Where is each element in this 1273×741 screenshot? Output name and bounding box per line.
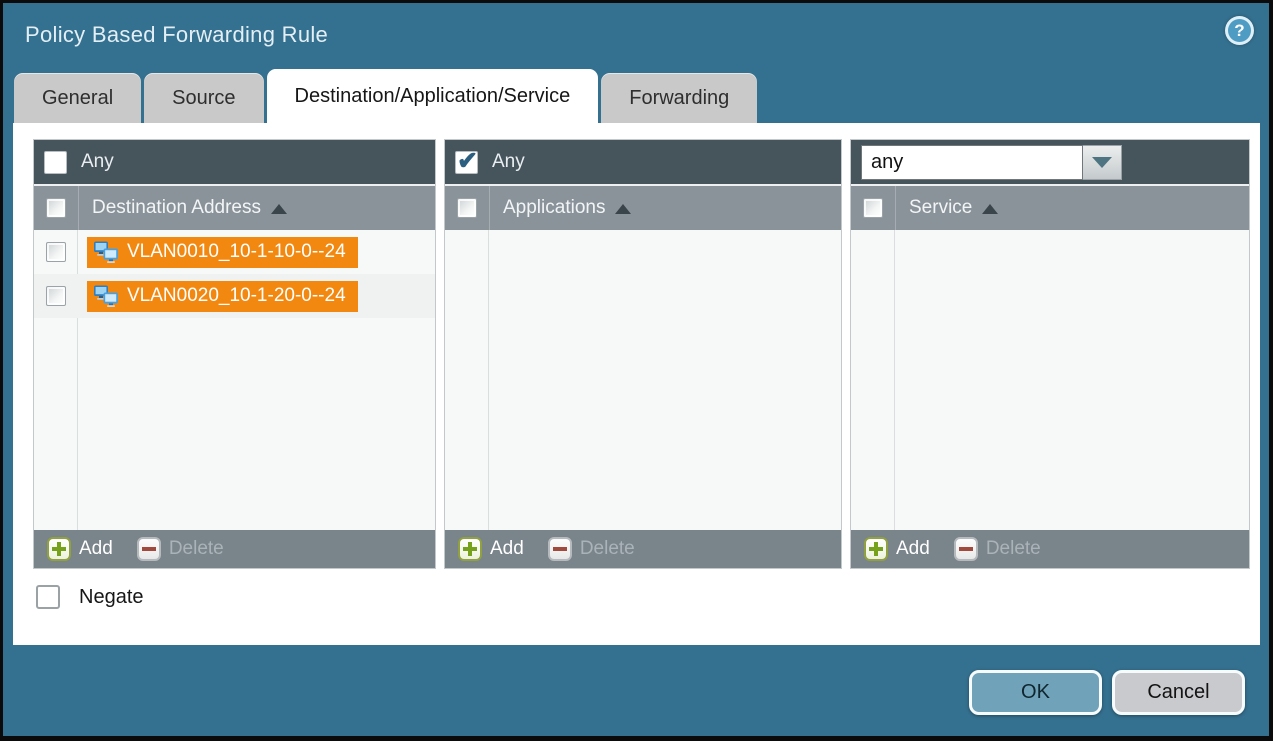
destination-header-label: Destination Address [92, 197, 261, 219]
destination-column-header: Destination Address [34, 184, 435, 230]
cancel-button[interactable]: Cancel [1112, 670, 1245, 715]
service-list [851, 230, 1249, 530]
applications-any-label: Any [492, 151, 525, 173]
dialog-titlebar: Policy Based Forwarding Rule ? [3, 3, 1269, 69]
checkbox-rail [851, 230, 895, 530]
address-object-chip[interactable]: VLAN0020_10-1-20-0--24 [87, 281, 358, 312]
delete-label: Delete [169, 538, 224, 560]
tab-destination-application-service[interactable]: Destination/Application/Service [267, 69, 599, 123]
destination-any-checkbox[interactable] [44, 151, 67, 174]
checkbox-rail [445, 230, 489, 530]
add-button[interactable]: Add [458, 537, 524, 561]
destination-select-all-checkbox[interactable] [46, 198, 66, 218]
negate-row: Negate [36, 585, 144, 609]
applications-column-header: Applications [445, 184, 841, 230]
destination-sort-header[interactable]: Destination Address [78, 186, 435, 230]
service-select-all-checkbox[interactable] [863, 198, 883, 218]
applications-list [445, 230, 841, 530]
negate-label: Negate [79, 586, 144, 609]
delete-button[interactable]: Delete [137, 537, 224, 561]
service-sort-header[interactable]: Service [895, 186, 1249, 230]
destination-any-label: Any [81, 151, 114, 173]
address-object-name: VLAN0020_10-1-20-0--24 [127, 285, 346, 307]
applications-header-label: Applications [503, 197, 605, 219]
service-dropdown-bar: any [851, 140, 1249, 184]
add-icon [458, 537, 482, 561]
applications-panel: Any Applications Add [444, 139, 842, 569]
table-row: VLAN0020_10-1-20-0--24 [34, 274, 435, 318]
sort-ascending-icon [271, 204, 287, 214]
ok-button[interactable]: OK [969, 670, 1102, 715]
service-header-label: Service [909, 197, 972, 219]
tab-forwarding[interactable]: Forwarding [601, 73, 757, 123]
destination-list: VLAN0010_10-1-10-0--24 [34, 230, 435, 530]
applications-any-checkbox[interactable] [455, 151, 478, 174]
service-combobox-value[interactable]: any [861, 145, 1083, 180]
chevron-down-icon [1092, 157, 1112, 168]
destination-row-checkbox[interactable] [46, 286, 66, 306]
add-button[interactable]: Add [47, 537, 113, 561]
delete-button[interactable]: Delete [954, 537, 1041, 561]
tab-content: Any Destination Address [13, 123, 1260, 645]
address-object-name: VLAN0010_10-1-10-0--24 [127, 241, 346, 263]
add-label: Add [79, 538, 113, 560]
sort-ascending-icon [982, 204, 998, 214]
destination-address-panel: Any Destination Address [33, 139, 436, 569]
add-button[interactable]: Add [864, 537, 930, 561]
applications-any-bar: Any [445, 140, 841, 184]
screen: Policy Based Forwarding Rule ? General S… [0, 0, 1273, 741]
delete-icon [137, 537, 161, 561]
add-label: Add [896, 538, 930, 560]
delete-icon [954, 537, 978, 561]
destination-footer: Add Delete [34, 530, 435, 568]
applications-footer: Add Delete [445, 530, 841, 568]
delete-label: Delete [986, 538, 1041, 560]
service-combobox-button[interactable] [1083, 145, 1122, 180]
destination-row-checkbox[interactable] [46, 242, 66, 262]
service-column-header: Service [851, 184, 1249, 230]
network-computers-icon [93, 284, 119, 308]
delete-icon [548, 537, 572, 561]
applications-sort-header[interactable]: Applications [489, 186, 841, 230]
help-icon[interactable]: ? [1225, 16, 1254, 45]
service-combobox: any [861, 145, 1122, 180]
add-icon [47, 537, 71, 561]
destination-any-bar: Any [34, 140, 435, 184]
delete-label: Delete [580, 538, 635, 560]
negate-checkbox[interactable] [36, 585, 60, 609]
service-footer: Add Delete [851, 530, 1249, 568]
sort-ascending-icon [615, 204, 631, 214]
delete-button[interactable]: Delete [548, 537, 635, 561]
add-label: Add [490, 538, 524, 560]
network-computers-icon [93, 240, 119, 264]
address-object-chip[interactable]: VLAN0010_10-1-10-0--24 [87, 237, 358, 268]
tab-source[interactable]: Source [144, 73, 263, 123]
page-title: Policy Based Forwarding Rule [25, 22, 328, 48]
dialog-tabs: General Source Destination/Application/S… [14, 69, 757, 123]
tab-general[interactable]: General [14, 73, 141, 123]
table-row: VLAN0010_10-1-10-0--24 [34, 230, 435, 274]
pbf-rule-dialog: Policy Based Forwarding Rule ? General S… [3, 3, 1269, 736]
service-panel: any Service [850, 139, 1250, 569]
applications-select-all-checkbox[interactable] [457, 198, 477, 218]
add-icon [864, 537, 888, 561]
